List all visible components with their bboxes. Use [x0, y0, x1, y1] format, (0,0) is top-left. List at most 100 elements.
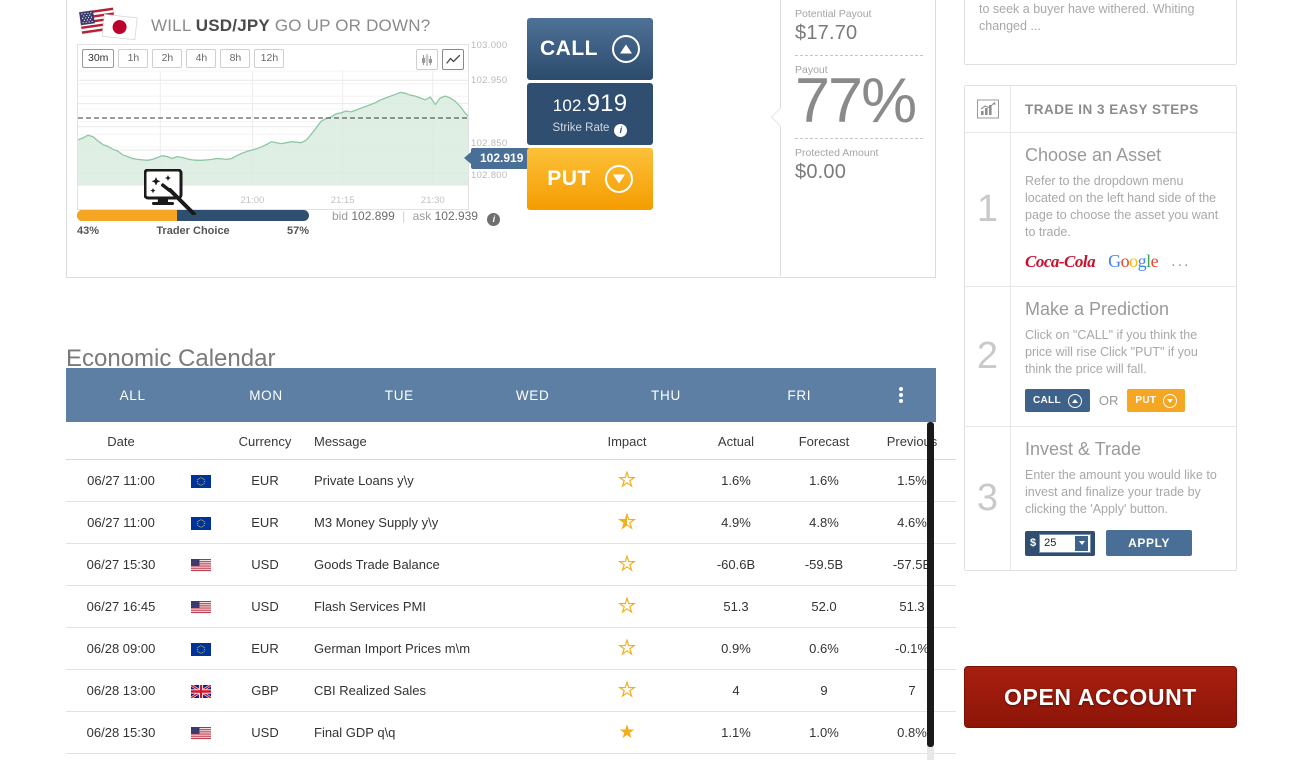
calendar-table-head: Date Currency Message Impact Actual Fore…: [66, 422, 956, 460]
cell-date: 06/28 13:00: [66, 669, 176, 712]
step-text-3: Enter the amount you would like to inves…: [1025, 468, 1217, 516]
step-number-1: 1: [965, 133, 1011, 286]
table-row[interactable]: 06/27 11:00 EUR Private Loans y\y ★ 1.6% 1.6%…: [66, 459, 956, 502]
trade-steps-card: TRADE IN 3 EASY STEPS 1 Choose an Asset …: [964, 85, 1237, 571]
impact-star-half: ★★: [618, 512, 636, 533]
google-logo-icon: Google: [1108, 251, 1159, 271]
col-forecast: Forecast: [780, 422, 868, 460]
timeframe-30m[interactable]: 30m: [82, 49, 115, 68]
cell-actual: -60.6B: [692, 543, 780, 586]
table-row[interactable]: 06/27 11:00EURM3 Money Supply y\y★★4.9%4…: [66, 501, 956, 544]
tab-thu[interactable]: THU: [599, 388, 732, 403]
economic-calendar: ALL MON TUE WED THU FRI Date Currency Me…: [66, 368, 956, 760]
chevron-down-icon[interactable]: [1075, 535, 1089, 551]
apply-button[interactable]: APPLY: [1106, 530, 1193, 556]
cell-currency: USD: [226, 711, 304, 754]
arrow-up-icon: [612, 35, 640, 63]
us-flag-icon: [176, 543, 226, 586]
cell-currency: GBP: [226, 669, 304, 712]
impact-star-empty: ★: [618, 638, 636, 659]
cell-previous: 0.8%: [868, 711, 956, 754]
cell-actual: 4.9%: [692, 501, 780, 544]
cell-actual: 0.4%: [692, 753, 780, 760]
table-row[interactable]: 06/27 15:30 USD Goods Trade Balance ★ -60.6B…: [66, 543, 956, 586]
col-date: Date: [66, 422, 176, 460]
timeframe-4h[interactable]: 4h: [186, 49, 217, 68]
tab-tue[interactable]: TUE: [333, 388, 466, 403]
asset-question: WILL USD/JPY GO UP OR DOWN?: [151, 16, 430, 36]
trade-actions: CALL 102.919 Strike Rate i PUT: [527, 18, 653, 210]
payout-divider-2: [795, 137, 923, 139]
impact-star-empty: ★: [618, 470, 636, 491]
step-number-2: 2: [965, 287, 1011, 426]
protected-amount-label: Protected Amount: [795, 146, 879, 159]
bid-ask-row: bid 102.899 | ask 102.939 i: [332, 209, 501, 226]
cell-currency: USD: [226, 753, 304, 760]
amount-stepper[interactable]: $ 25: [1025, 530, 1096, 556]
cell-previous: 4.6%: [868, 501, 956, 544]
tab-wed[interactable]: WED: [466, 388, 599, 403]
table-row[interactable]: 06/28 15:30 USD Final GDP q\q ★ 1.1% 1.0% 0.8%: [66, 711, 956, 754]
price-chart[interactable]: :4521:0021:1521:30 30m 1h 2h 4h 8h 12h: [77, 44, 469, 210]
question-prefix: WILL: [151, 16, 196, 35]
mini-arrow-down-icon: [1163, 393, 1178, 408]
candlestick-chart-icon[interactable]: [416, 49, 438, 70]
timeframe-2h[interactable]: 2h: [152, 49, 183, 68]
tab-fri[interactable]: FRI: [733, 388, 866, 403]
coca-cola-logo-icon: Coca-Cola: [1025, 251, 1096, 271]
question-suffix: GO UP OR DOWN?: [269, 16, 431, 35]
table-row[interactable]: 06/28 13:00 GBP CBI Realized Sales ★ 4 9 7: [66, 669, 956, 712]
cell-date: 06/27 11:00: [66, 459, 176, 502]
cell-date: 06/28 09:00: [66, 627, 176, 670]
table-row[interactable]: 06/28 09:00 EUR German Import Prices m\m ★ 0…: [66, 627, 956, 670]
mini-call-button[interactable]: CALL: [1025, 389, 1090, 412]
cell-date: 06/28 15:30: [66, 711, 176, 754]
col-previous: Previous: [868, 422, 956, 460]
sentiment-label: Trader Choice: [156, 225, 230, 237]
y-tick-0: 103.000: [471, 40, 508, 51]
invest-row: $ 25 APPLY: [1025, 530, 1222, 556]
cell-forecast: 52.0: [780, 585, 868, 628]
put-button[interactable]: PUT: [527, 148, 653, 210]
cell-message: German Import Prices m\m: [304, 627, 562, 670]
strike-rate-int: 102.: [552, 96, 587, 115]
step-body-3: Invest & Trade Enter the amount you woul…: [1011, 427, 1236, 570]
payout-percent-value: 77%: [795, 66, 917, 136]
chart-y-axis: 103.000 102.950 102.850 102.800 102.919: [463, 30, 535, 210]
main-column: WILL USD/JPY GO UP OR DOWN? :4521:0021:1…: [66, 0, 956, 760]
timeframe-12h[interactable]: 12h: [254, 49, 285, 68]
bid-ask-info-icon[interactable]: i: [487, 213, 501, 226]
tab-mon[interactable]: MON: [199, 388, 332, 403]
calendar-scrollbar-thumb[interactable]: [927, 422, 934, 747]
call-button[interactable]: CALL: [527, 18, 653, 80]
open-account-button[interactable]: OPEN ACCOUNT: [964, 666, 1237, 728]
timeframe-8h[interactable]: 8h: [220, 49, 251, 68]
table-row[interactable]: 06/28 15:30 USDFinal GDP Price Index q\q★…: [66, 753, 956, 760]
ask-value: 102.939: [434, 209, 478, 223]
mini-put-button[interactable]: PUT: [1127, 389, 1186, 412]
cell-previous: 0.6%: [868, 753, 956, 760]
step-row-3: 3 Invest & Trade Enter the amount you wo…: [965, 427, 1236, 570]
cell-impact: ★: [562, 669, 692, 712]
amount-input[interactable]: 25: [1039, 533, 1092, 553]
eu-flag-icon: [176, 459, 226, 502]
cell-currency: USD: [226, 543, 304, 586]
calendar-table: Date Currency Message Impact Actual Fore…: [66, 422, 956, 760]
step-heading-2: Make a Prediction: [1025, 299, 1170, 319]
timeframe-1h[interactable]: 1h: [118, 49, 149, 68]
eu-flag-icon: [176, 501, 226, 544]
calendar-scrollbar[interactable]: [927, 422, 934, 760]
tab-all[interactable]: ALL: [66, 388, 199, 403]
svg-text:21:00: 21:00: [241, 195, 265, 206]
news-card: Tuesday after the company's plan for a s…: [964, 0, 1237, 65]
bid-label: bid: [332, 209, 349, 223]
mini-put-label: PUT: [1135, 395, 1157, 406]
step-row-2: 2 Make a Prediction Click on "CALL" if y…: [965, 287, 1236, 427]
y-tick-1: 102.950: [471, 75, 508, 86]
table-row[interactable]: 06/27 16:45 USD Flash Services PMI ★ 51.3 52.…: [66, 585, 956, 628]
sentiment-labels: 43% Trader Choice 57%: [77, 225, 309, 239]
line-chart-icon[interactable]: [442, 49, 464, 70]
cell-message: Private Loans y\y: [304, 459, 562, 502]
strike-rate-info-icon[interactable]: i: [614, 124, 628, 137]
kebab-menu-icon[interactable]: [866, 386, 936, 404]
